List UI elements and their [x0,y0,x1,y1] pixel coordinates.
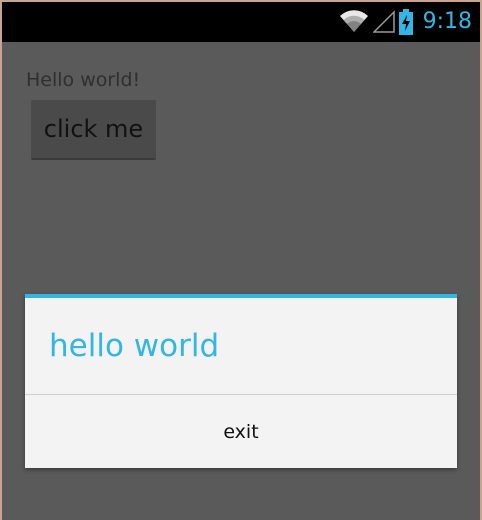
battery-charging-icon [398,9,413,35]
alert-dialog: hello world exit [25,294,457,468]
signal-icon [372,10,395,34]
status-clock: 9:18 [422,9,472,34]
status-bar: 9:18 [2,2,480,42]
dialog-title: hello world [49,328,220,364]
dialog-accent-bar [25,294,457,298]
click-me-button[interactable]: click me [31,100,156,160]
hello-text: Hello world! [26,69,141,91]
status-icons: 9:18 [339,2,472,42]
device-screen: 9:18 Hello world! click me hello world e… [2,2,480,520]
exit-button[interactable]: exit [25,395,457,468]
wifi-icon [339,10,369,34]
